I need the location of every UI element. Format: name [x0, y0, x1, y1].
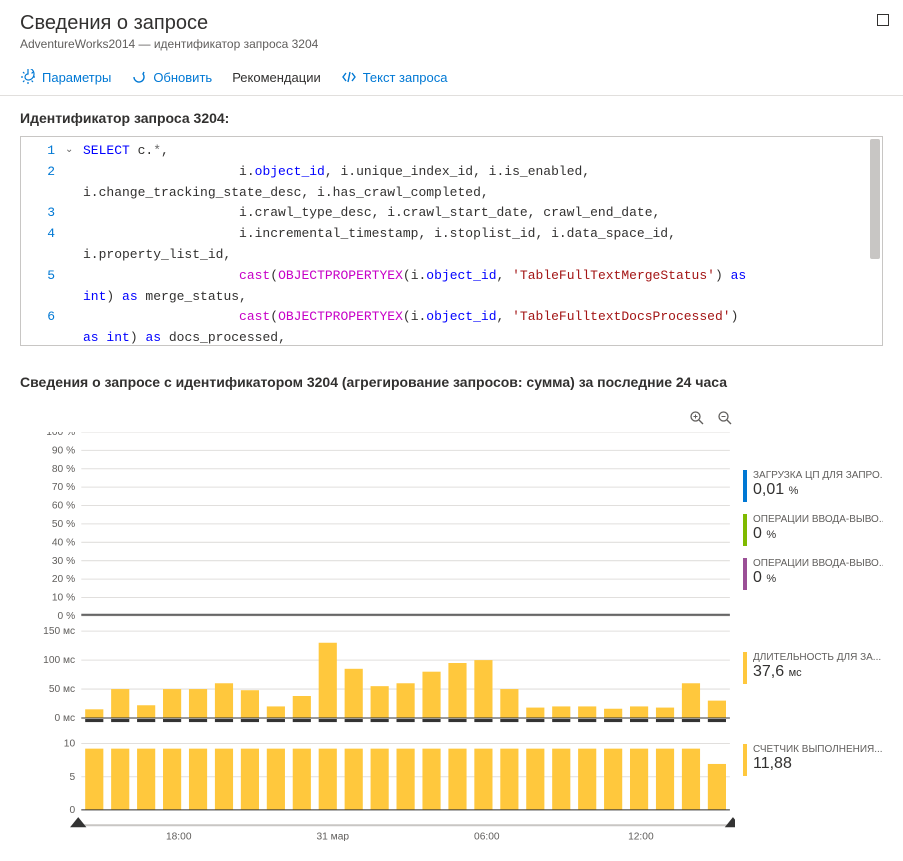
svg-text:0 %: 0 %	[58, 611, 76, 622]
legend-value: 11,88	[753, 755, 883, 773]
svg-text:5: 5	[69, 772, 75, 783]
code-editor[interactable]: 123456 ⌄ SELECT c.*, i.object_id, i.uniq…	[20, 136, 883, 346]
recommendations-label: Рекомендации	[232, 70, 321, 85]
svg-text:50 мс: 50 мс	[49, 684, 75, 695]
svg-text:100 мс: 100 мс	[43, 655, 75, 666]
maximize-icon[interactable]	[877, 14, 889, 26]
svg-text:60 %: 60 %	[52, 501, 75, 512]
svg-text:90 %: 90 %	[52, 445, 75, 456]
query-id-section: Идентификатор запроса 3204: 123456 ⌄ SEL…	[0, 96, 903, 360]
legend-item[interactable]: ДЛИТЕЛЬНОСТЬ ДЛЯ ЗА...i37,6 мс	[743, 652, 883, 684]
chart-section-header: Сведения о запросе с идентификатором 320…	[0, 360, 903, 404]
svg-text:40 %: 40 %	[52, 537, 75, 548]
refresh-icon	[131, 69, 147, 85]
svg-text:150 мс: 150 мс	[43, 626, 75, 637]
legend-label: ДЛИТЕЛЬНОСТЬ ДЛЯ ЗА...i	[753, 652, 883, 663]
svg-text:0 мс: 0 мс	[55, 713, 76, 724]
svg-text:20 %: 20 %	[52, 574, 75, 585]
page-title: Сведения о запросе	[20, 12, 883, 35]
recommendations-button[interactable]: Рекомендации	[232, 70, 321, 85]
refresh-label: Обновить	[153, 70, 212, 85]
page-subtitle: AdventureWorks2014 — идентификатор запро…	[20, 37, 883, 51]
legend-color-bar	[743, 558, 747, 590]
svg-text:100 %: 100 %	[46, 432, 75, 438]
query-text-label: Текст запроса	[363, 70, 448, 85]
legend-color-bar	[743, 744, 747, 776]
chart-title: Сведения о запросе с идентификатором 320…	[20, 374, 883, 390]
legend-value: 0 %	[753, 569, 883, 587]
vertical-scrollbar[interactable]	[870, 139, 880, 259]
legend-color-bar	[743, 652, 747, 684]
legend-color-bar	[743, 470, 747, 502]
legend-value: 37,6 мс	[753, 663, 883, 681]
legend-label: ОПЕРАЦИИ ВВОДА-ВЫВО...i	[753, 514, 883, 525]
svg-text:10: 10	[64, 739, 76, 750]
gear-icon	[20, 69, 36, 85]
chart-area: 100 %90 %80 %70 %60 %50 %40 %30 %20 %10 …	[0, 404, 903, 861]
svg-text:12:00: 12:00	[628, 832, 654, 841]
refresh-button[interactable]: Обновить	[131, 69, 212, 85]
legend-label: ОПЕРАЦИИ ВВОДА-ВЫВО...i	[753, 558, 883, 569]
chart-canvas[interactable]: 100 %90 %80 %70 %60 %50 %40 %30 %20 %10 …	[20, 432, 735, 841]
legend-item[interactable]: ОПЕРАЦИИ ВВОДА-ВЫВО...i0 %	[743, 514, 883, 546]
zoom-controls	[20, 410, 735, 428]
legend-label: СЧЕТЧИК ВЫПОЛНЕНИЯ...i	[753, 744, 883, 755]
svg-text:30 %: 30 %	[52, 556, 75, 567]
legend-item[interactable]: СЧЕТЧИК ВЫПОЛНЕНИЯ...i11,88	[743, 744, 883, 776]
zoom-in-icon[interactable]	[689, 410, 707, 428]
svg-text:10 %: 10 %	[52, 593, 75, 604]
svg-text:31 мар: 31 мар	[317, 832, 350, 841]
code-gutter: 123456	[21, 137, 61, 345]
params-button[interactable]: Параметры	[20, 69, 111, 85]
query-text-button[interactable]: Текст запроса	[341, 69, 448, 85]
legend-value: 0 %	[753, 525, 883, 543]
svg-text:70 %: 70 %	[52, 482, 75, 493]
legend-color-bar	[743, 514, 747, 546]
zoom-out-icon[interactable]	[717, 410, 735, 428]
svg-text:18:00: 18:00	[166, 832, 192, 841]
svg-text:80 %: 80 %	[52, 464, 75, 475]
code-icon	[341, 69, 357, 85]
params-label: Параметры	[42, 70, 111, 85]
code-body[interactable]: SELECT c.*, i.object_id, i.unique_index_…	[21, 137, 882, 346]
fold-caret-icon[interactable]: ⌄	[65, 143, 73, 159]
toolbar: Параметры Обновить Рекомендации Текст за…	[0, 59, 903, 96]
header: Сведения о запросе AdventureWorks2014 — …	[0, 0, 903, 59]
legend-item[interactable]: ОПЕРАЦИИ ВВОДА-ВЫВО...i0 %	[743, 558, 883, 590]
legend-item[interactable]: ЗАГРУЗКА ЦП ДЛЯ ЗАПРО...i0,01 %	[743, 470, 883, 502]
chart-left: 100 %90 %80 %70 %60 %50 %40 %30 %20 %10 …	[20, 410, 735, 841]
svg-text:06:00: 06:00	[474, 832, 500, 841]
query-id-label: Идентификатор запроса 3204:	[20, 110, 883, 126]
svg-text:50 %: 50 %	[52, 519, 75, 530]
svg-text:0: 0	[69, 805, 75, 816]
legend-value: 0,01 %	[753, 481, 883, 499]
legend: ЗАГРУЗКА ЦП ДЛЯ ЗАПРО...i0,01 % ОПЕРАЦИИ …	[743, 410, 883, 841]
legend-label: ЗАГРУЗКА ЦП ДЛЯ ЗАПРО...i	[753, 470, 883, 481]
